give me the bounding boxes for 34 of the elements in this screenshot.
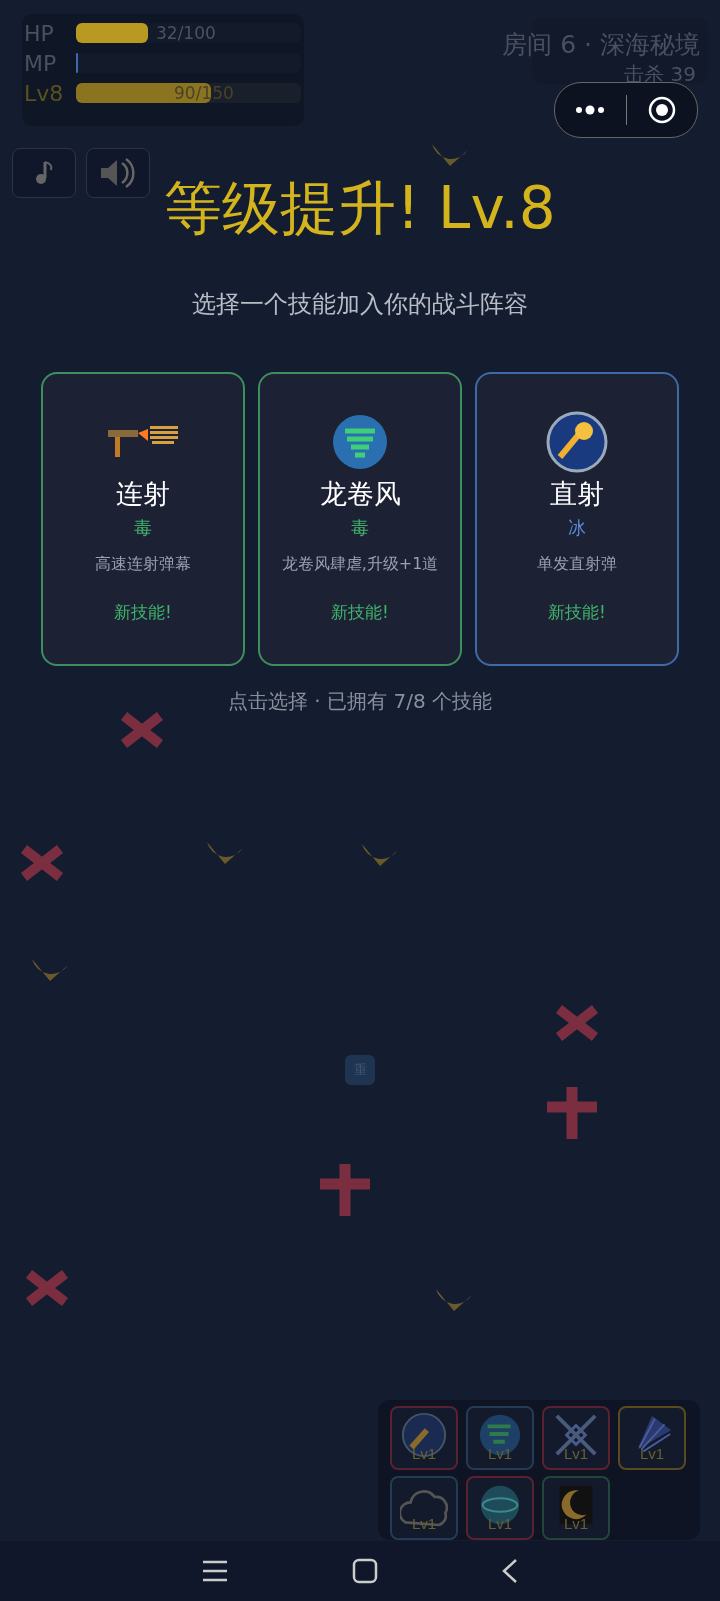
more-icon [574,105,607,115]
skill-card[interactable]: 直射 冰 单发直射弹 新技能! [475,372,679,666]
level-up-subtitle: 选择一个技能加入你的战斗阵容 [191,289,529,320]
square-icon [352,1558,378,1584]
skill-slot[interactable]: Lv1 [390,1406,458,1470]
cross-shape [555,1005,599,1041]
stat-label: MP [24,50,58,76]
cross-shape [25,1270,69,1306]
stat-label: Lv8 [24,80,65,106]
skill-slot[interactable]: Lv1 [542,1476,610,1540]
target-icon [646,95,677,125]
sound-button[interactable] [86,148,150,198]
stat-reading: 32/100 [156,23,216,43]
music-button[interactable] [12,148,76,198]
music-note-icon [33,160,55,186]
skill-slot[interactable]: Lv1 [466,1476,534,1540]
cross-shape [318,1162,372,1218]
skill-card[interactable]: 连射 毒 高速连射弹幕 新技能! [41,372,245,666]
level-up-title: 等级提升! Lv.8 [164,173,556,244]
skill-slot[interactable]: Lv1 [542,1406,610,1470]
kill-count: 击杀 39 [624,61,696,88]
cross-shape [545,1085,599,1141]
skill-slot[interactable]: Lv1 [466,1406,534,1470]
selection-hint: 点击选择 · 已拥有 7/8 个技能 [227,688,493,715]
skill-slot[interactable]: Lv1 [618,1406,686,1470]
cross-shape [20,845,64,881]
tornado-globe-icon [331,413,389,471]
fireball-icon [546,411,608,473]
menu-icon [201,1559,230,1583]
back-icon [500,1558,519,1584]
cross-shape [120,712,164,748]
skill-card[interactable]: 龙卷风 毒 龙卷风肆虐,升级+1道 新技能! [258,372,462,666]
fireball-icon [400,1411,448,1459]
stat-label: HP [24,20,55,46]
